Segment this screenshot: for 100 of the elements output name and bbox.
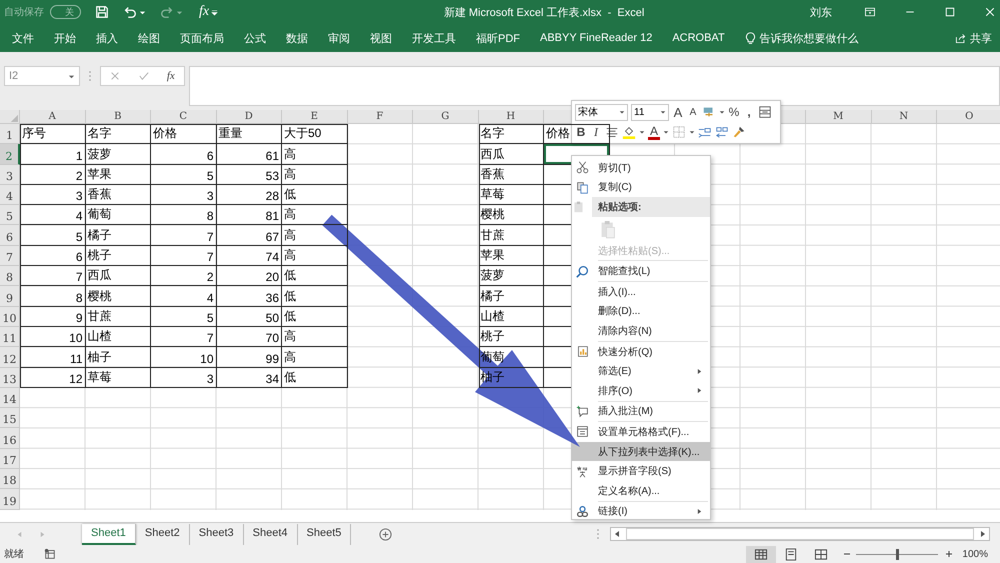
add-sheet-icon[interactable] <box>379 528 392 540</box>
font-dropdown[interactable]: 宋体 <box>575 104 628 120</box>
row-header[interactable]: 11 <box>0 326 20 348</box>
menu-item[interactable]: 插入(I)... <box>572 282 710 302</box>
scroll-left-icon[interactable] <box>613 530 621 538</box>
ribbon-tab[interactable]: 福昕PDF <box>476 30 520 46</box>
caret-icon[interactable] <box>689 129 695 135</box>
row-header[interactable]: 6 <box>0 225 20 246</box>
column-header[interactable]: D <box>216 110 282 124</box>
tell-me-field[interactable]: 告诉我你想要做什么 <box>760 30 859 46</box>
row-header[interactable]: 8 <box>0 266 20 286</box>
share-icon[interactable] <box>955 32 966 44</box>
ribbon-tab[interactable]: 视图 <box>370 30 392 46</box>
row-header[interactable]: 2 <box>0 144 20 165</box>
column-header[interactable]: E <box>282 110 348 124</box>
column-header[interactable]: O <box>937 110 1000 124</box>
insert-function-button[interactable]: fx <box>166 70 175 82</box>
format-painter-icon[interactable] <box>732 125 746 139</box>
menu-item[interactable]: 复制(C) <box>572 178 710 198</box>
menu-item[interactable]: 显示拼音字段(S) <box>572 461 710 481</box>
row-header[interactable]: 19 <box>0 489 20 510</box>
ribbon-tab[interactable]: 绘图 <box>138 30 160 46</box>
ribbon-tab[interactable]: 审阅 <box>328 30 350 46</box>
caret-icon[interactable] <box>639 129 645 135</box>
row-header[interactable]: 1 <box>0 124 20 144</box>
column-header[interactable]: M <box>806 110 872 124</box>
font-size-dropdown[interactable]: 11 <box>631 104 669 120</box>
percent-button[interactable]: % <box>728 105 740 119</box>
row-header[interactable]: 13 <box>0 368 20 388</box>
menu-item[interactable]: 清除内容(N) <box>572 321 710 341</box>
menu-item[interactable]: 快速分析(Q) <box>572 342 710 362</box>
menu-item[interactable]: 插入批注(M) <box>572 402 710 422</box>
macro-record-icon[interactable] <box>44 548 56 560</box>
lightbulb-icon[interactable] <box>744 32 756 44</box>
ribbon-tab[interactable]: ACROBAT <box>672 32 725 44</box>
column-header[interactable]: H <box>478 110 544 124</box>
row-header[interactable]: 4 <box>0 184 20 206</box>
row-header[interactable]: 18 <box>0 469 20 490</box>
column-header[interactable]: C <box>151 110 216 124</box>
caret-icon[interactable] <box>663 129 669 135</box>
formula-field[interactable] <box>189 66 1000 106</box>
font-color-button[interactable]: A <box>648 124 660 140</box>
comma-button[interactable]: , <box>743 105 755 119</box>
row-header[interactable]: 16 <box>0 428 20 449</box>
fill-color-icon[interactable] <box>622 125 636 139</box>
menu-item[interactable]: 剪切(T) <box>572 158 710 178</box>
ribbon-tab[interactable]: 开始 <box>54 30 76 46</box>
grow-font-button[interactable]: A <box>672 104 684 120</box>
ribbon-tab[interactable]: 数据 <box>286 30 308 46</box>
column-header[interactable]: F <box>348 110 413 124</box>
row-header[interactable]: 15 <box>0 408 20 428</box>
menu-item[interactable]: 筛选(E) <box>572 361 710 381</box>
shrink-font-button[interactable]: A <box>687 106 699 118</box>
user-name[interactable]: 刘东 <box>810 4 832 20</box>
ribbon-tab[interactable]: 插入 <box>96 30 118 46</box>
insert-function-button[interactable]: fx <box>199 4 210 20</box>
ribbon-tab[interactable]: 页面布局 <box>180 30 224 46</box>
table-icon[interactable] <box>758 105 772 119</box>
row-header[interactable]: 5 <box>0 205 20 226</box>
scroll-right-icon[interactable] <box>979 530 987 538</box>
row-header[interactable]: 14 <box>0 388 20 408</box>
column-header[interactable]: N <box>872 110 937 124</box>
align-center-icon[interactable] <box>605 125 619 139</box>
customize-caret-icon[interactable] <box>211 8 218 16</box>
menu-item[interactable]: 链接(I) <box>572 502 710 522</box>
close-icon[interactable] <box>984 6 996 18</box>
ribbon-tab[interactable]: ABBYY FineReader 12 <box>540 32 652 44</box>
row-header[interactable]: 3 <box>0 164 20 185</box>
menu-item[interactable]: 定义名称(A)... <box>572 480 710 500</box>
menu-item[interactable]: 设置单元格格式(F)... <box>572 422 710 442</box>
scrollbar-thumb[interactable] <box>626 528 974 540</box>
menu-item[interactable]: 从下拉列表中选择(K)... <box>572 442 710 462</box>
row-header[interactable]: 9 <box>0 286 20 307</box>
ribbon-display-icon[interactable] <box>864 6 876 18</box>
drag-handle-icon[interactable] <box>88 69 92 83</box>
name-box[interactable]: I2 <box>4 66 80 86</box>
row-header[interactable]: 7 <box>0 246 20 266</box>
horizontal-scrollbar[interactable] <box>610 527 990 541</box>
ribbon-tab[interactable]: 开发工具 <box>412 30 456 46</box>
row-header[interactable]: 12 <box>0 347 20 368</box>
maximize-icon[interactable] <box>944 6 956 18</box>
row-header[interactable]: 10 <box>0 306 20 327</box>
share-button[interactable]: 共享 <box>970 30 992 46</box>
row-header[interactable]: 17 <box>0 448 20 470</box>
increase-decimal-icon[interactable] <box>698 125 712 139</box>
ribbon-tab[interactable]: 公式 <box>244 30 266 46</box>
menu-item[interactable]: 智能查找(L) <box>572 261 710 281</box>
caret-icon[interactable] <box>139 8 146 16</box>
normal-view-icon[interactable] <box>746 546 776 562</box>
column-header[interactable]: G <box>413 110 478 124</box>
zoom-in-icon[interactable] <box>944 549 954 559</box>
sheet-tab[interactable]: Sheet1 <box>82 524 136 544</box>
column-header[interactable]: B <box>86 110 151 124</box>
ribbon-tab[interactable]: 文件 <box>12 30 34 46</box>
save-icon[interactable] <box>95 5 109 19</box>
column-header[interactable]: A <box>20 110 86 124</box>
undo-icon[interactable] <box>123 5 137 19</box>
zoom-level[interactable]: 100% <box>962 548 988 560</box>
menu-item[interactable]: 排序(O) <box>572 380 710 401</box>
italic-button[interactable]: I <box>590 124 602 140</box>
